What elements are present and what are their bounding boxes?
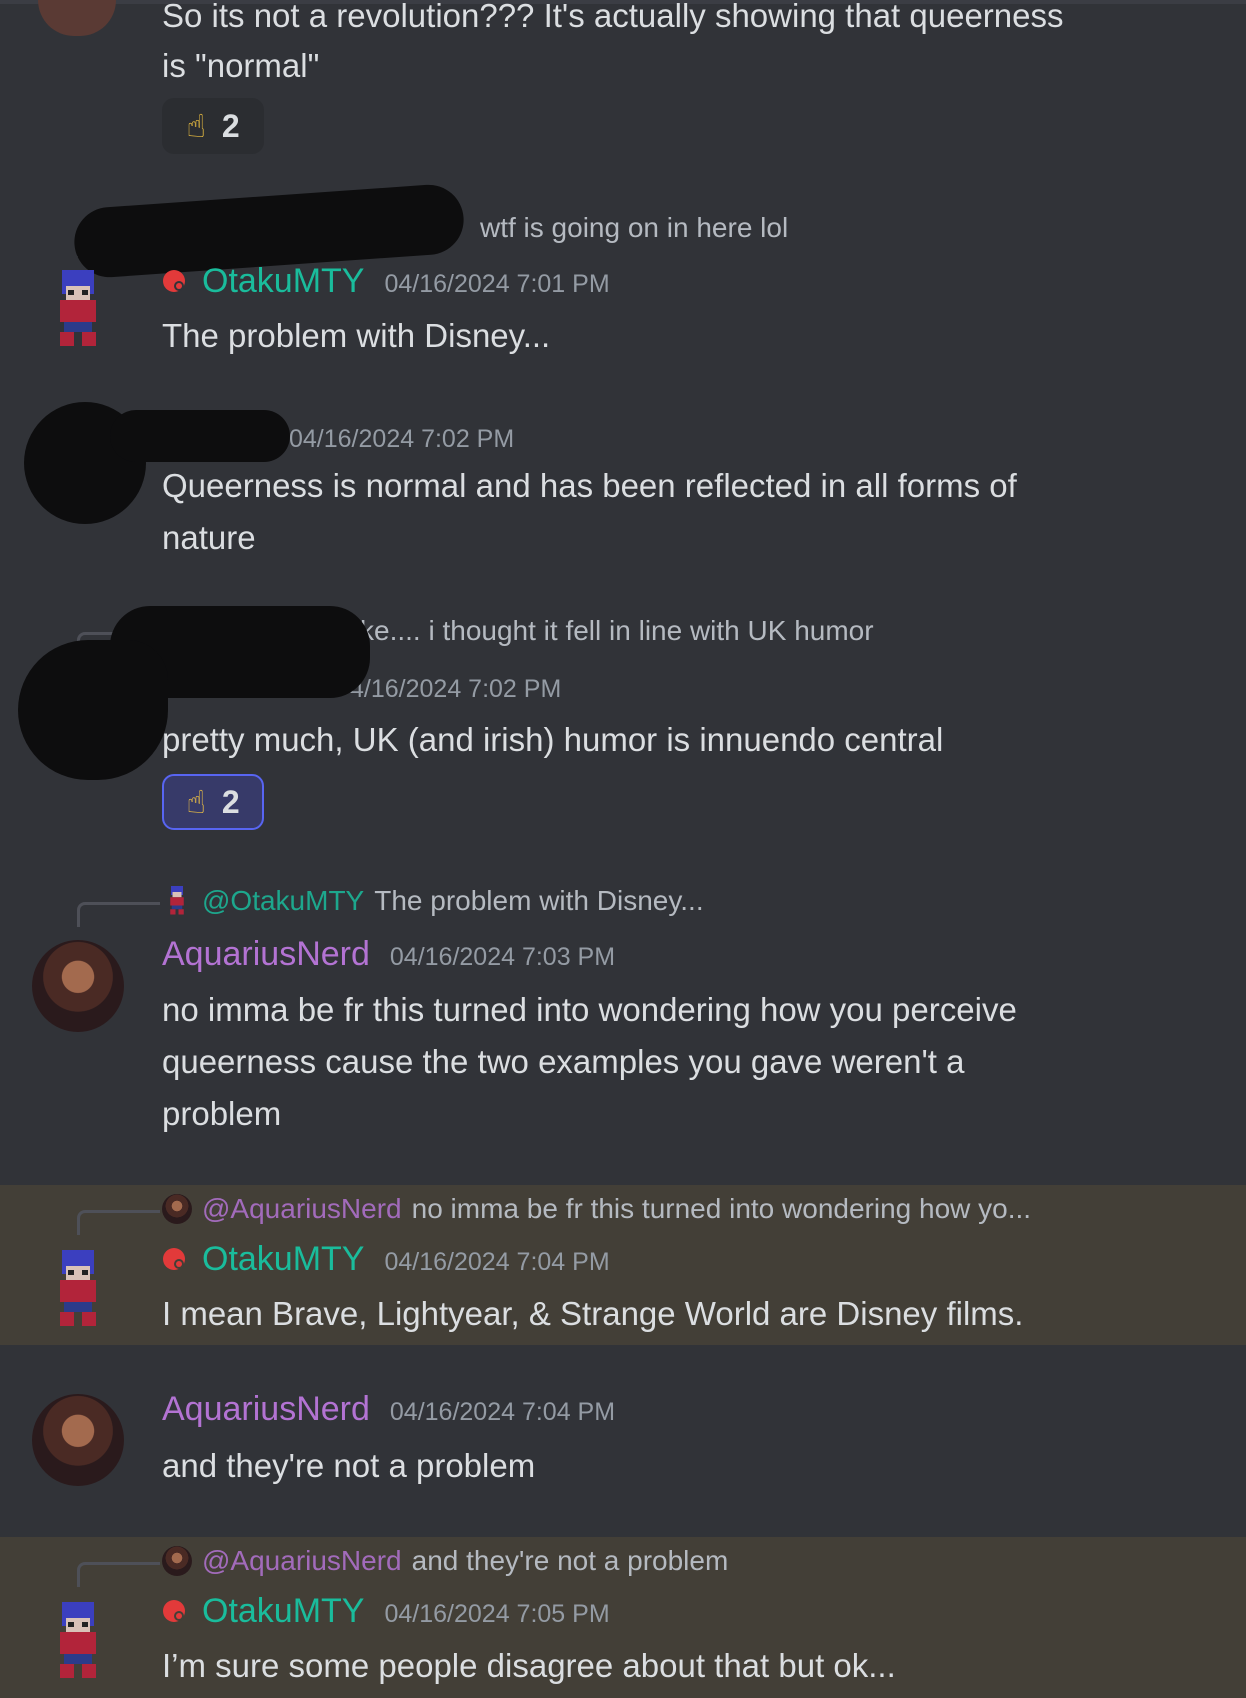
message-text: The problem with Disney...	[162, 317, 551, 354]
message-text: I’m sure some people disagree about that…	[162, 1647, 896, 1684]
message-text: So its not a revolution??? It's actually…	[162, 0, 1064, 34]
reply-mention[interactable]: @AquariusNerd	[202, 1545, 402, 1577]
role-badge-icon	[163, 1600, 185, 1622]
timestamp[interactable]: 04/16/2024 7:03 PM	[390, 943, 615, 972]
aquarius-mini-avatar	[162, 1194, 192, 1224]
pixel-character-icon	[60, 270, 96, 346]
redacted-avatar	[18, 640, 168, 780]
message-text: queerness cause the two examples you gav…	[162, 1043, 965, 1080]
message-header: OtakuMTY 04/16/2024 7:05 PM	[162, 1592, 610, 1631]
reply-mention[interactable]: @AquariusNerd	[202, 1193, 402, 1225]
otaku-avatar[interactable]	[54, 270, 102, 350]
username[interactable]: OtakuMTY	[202, 1240, 364, 1279]
message-header: OtakuMTY 04/16/2024 7:04 PM	[162, 1240, 610, 1279]
pointing-up-emoji-icon: ☝	[186, 108, 206, 144]
pixel-character-icon	[60, 1602, 96, 1678]
reply-preview[interactable]: ke.... i thought it fell in line with UK…	[360, 615, 874, 647]
reply-mention[interactable]: @OtakuMTY	[202, 885, 364, 917]
reply-preview[interactable]: @OtakuMTY The problem with Disney...	[162, 885, 704, 917]
reply-preview[interactable]: wtf is going on in here lol	[480, 212, 788, 244]
reply-spine	[77, 902, 160, 927]
reaction-count: 2	[221, 107, 240, 144]
message-text: no imma be fr this turned into wondering…	[162, 991, 1017, 1028]
message-text: nature	[162, 519, 256, 556]
username[interactable]: AquariusNerd	[162, 1390, 370, 1429]
timestamp[interactable]: 4/16/2024 7:02 PM	[350, 675, 561, 704]
reaction-button[interactable]: ☝ 2	[162, 774, 264, 830]
message-header: AquariusNerd 04/16/2024 7:04 PM	[162, 1390, 615, 1429]
aquarius-mini-avatar	[162, 1546, 192, 1576]
aquarius-avatar[interactable]	[32, 1394, 124, 1486]
message-text: pretty much, UK (and irish) humor is inn…	[162, 721, 944, 758]
otaku-avatar[interactable]	[54, 1250, 102, 1330]
reaction-count: 2	[221, 783, 240, 820]
timestamp[interactable]: 04/16/2024 7:01 PM	[384, 270, 609, 299]
pointing-up-emoji-icon: ☝	[186, 784, 206, 820]
message-text: Queerness is normal and has been reflect…	[162, 467, 1017, 504]
username[interactable]: OtakuMTY	[202, 262, 364, 301]
pixel-character-icon	[60, 1250, 96, 1326]
reply-snippet: ke.... i thought it fell in line with UK…	[360, 615, 874, 646]
message-text: problem	[162, 1095, 282, 1132]
reply-snippet: no imma be fr this turned into wondering…	[411, 1193, 1032, 1224]
aquarius-avatar[interactable]	[32, 940, 124, 1032]
reply-snippet: and they're not a problem	[411, 1545, 729, 1576]
otaku-avatar[interactable]	[54, 1602, 102, 1682]
otaku-mini-avatar	[162, 886, 192, 916]
reply-spine	[77, 1210, 160, 1235]
username[interactable]: AquariusNerd	[162, 935, 370, 974]
reply-snippet: The problem with Disney...	[374, 885, 704, 916]
avatar-redacted[interactable]	[38, 0, 116, 36]
timestamp[interactable]: 04/16/2024 7:04 PM	[390, 1398, 615, 1427]
reply-snippet: wtf is going on in here lol	[480, 212, 789, 243]
message-header: OtakuMTY 04/16/2024 7:01 PM	[162, 262, 610, 301]
message-text: I mean Brave, Lightyear, & Strange World…	[162, 1295, 1024, 1332]
message-text: is "normal"	[162, 47, 320, 84]
reaction-button[interactable]: ☝ 2	[162, 98, 264, 154]
message-text: and they're not a problem	[162, 1447, 536, 1484]
redacted-username	[110, 410, 290, 462]
message-header: 4/16/2024 7:02 PM	[350, 675, 561, 704]
timestamp[interactable]: 04/16/2024 7:04 PM	[384, 1248, 609, 1277]
timestamp[interactable]: 04/16/2024 7:05 PM	[384, 1600, 609, 1629]
reply-preview[interactable]: @AquariusNerd no imma be fr this turned …	[162, 1193, 1031, 1225]
pixel-character-icon	[170, 886, 184, 915]
reply-spine	[77, 1562, 160, 1587]
timestamp[interactable]: 04/16/2024 7:02 PM	[289, 425, 514, 454]
role-badge-icon	[163, 270, 185, 292]
message-header: 04/16/2024 7:02 PM	[289, 425, 514, 454]
reply-preview[interactable]: @AquariusNerd and they're not a problem	[162, 1545, 728, 1577]
role-badge-icon	[163, 1248, 185, 1270]
username[interactable]: OtakuMTY	[202, 1592, 364, 1631]
message-header: AquariusNerd 04/16/2024 7:03 PM	[162, 935, 615, 974]
